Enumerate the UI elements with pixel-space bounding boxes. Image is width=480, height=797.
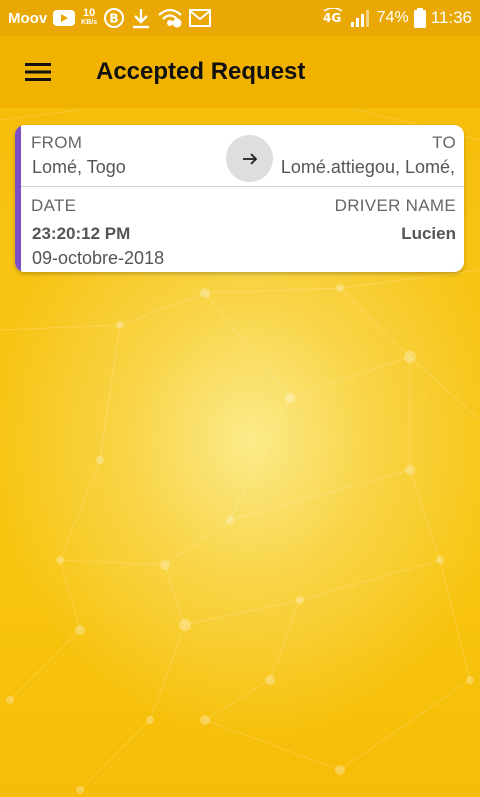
route-row: FROM Lomé, Togo TO Lomé.attiegou, Lomé, (21, 125, 464, 187)
driver-name-value: Lucien (401, 224, 456, 243)
svg-text:B: B (110, 12, 119, 26)
time-value: 23:20:12 PM (32, 224, 131, 243)
wifi-hotspot-icon (157, 7, 183, 29)
to-value: Lomé.attiegou, Lomé, (280, 157, 455, 177)
battery-icon (413, 8, 426, 28)
b-circle-icon: B (103, 7, 125, 29)
network-background-pattern (0, 107, 480, 794)
card-divider (21, 186, 464, 187)
driver-name-label: DRIVER NAME (334, 196, 456, 215)
youtube-icon (53, 10, 76, 26)
speed-value: 10 (83, 7, 96, 19)
from-label: FROM (31, 133, 83, 152)
to-label: TO (432, 133, 456, 152)
gmail-icon (189, 9, 212, 27)
request-card[interactable]: FROM Lomé, Togo TO Lomé.attiegou, Lomé, … (15, 125, 464, 272)
date-label: DATE (31, 196, 77, 215)
signal-icon (350, 9, 372, 27)
carrier-name: Moov (8, 9, 48, 27)
arrow-right-icon (242, 152, 258, 166)
hamburger-menu-button[interactable] (0, 36, 76, 108)
route-arrow-button[interactable] (226, 135, 273, 182)
app-bar: Accepted Request (0, 36, 480, 108)
speed-unit: KB/s (81, 19, 98, 26)
app-screen: Moov 10 KB/s B 4G 74% 11:36 Accepted Req… (0, 0, 480, 797)
download-icon (131, 7, 151, 29)
hamburger-menu-icon (25, 62, 51, 82)
clock-time: 11:36 (430, 8, 472, 27)
network-type-text: 4G (323, 11, 341, 25)
page-title: Accepted Request (96, 58, 306, 85)
date-value: 09-octobre-2018 (32, 248, 165, 268)
4g-lte-icon: 4G (321, 8, 345, 28)
status-bar: Moov 10 KB/s B 4G 74% 11:36 (0, 0, 480, 36)
battery-percent: 74% (376, 9, 409, 26)
from-value: Lomé, Togo (32, 157, 126, 177)
network-speed: 10 KB/s (81, 7, 98, 27)
